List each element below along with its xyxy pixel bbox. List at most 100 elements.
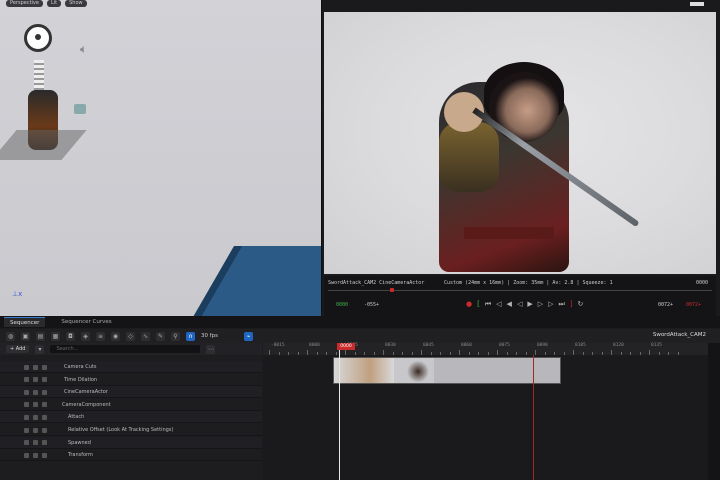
lit-chip[interactable]: Lit — [46, 0, 62, 7]
track-row[interactable]: Attach — [0, 411, 262, 424]
track-visibility-icon[interactable] — [33, 414, 38, 420]
curve-icon[interactable]: ∿ — [141, 331, 150, 341]
track-visibility-icon[interactable] — [42, 364, 47, 370]
track-visibility-icon[interactable] — [24, 440, 29, 446]
show-chip[interactable]: Show — [65, 0, 87, 7]
track-visibility-icon[interactable] — [24, 427, 29, 433]
track-options-icon[interactable]: ⋯ — [206, 344, 216, 354]
directional-light-icon[interactable] — [24, 24, 52, 52]
jump-end-icon[interactable]: ⏭ — [559, 300, 565, 309]
play-icon[interactable]: ▶ — [527, 300, 532, 309]
next-key-icon[interactable]: ▷ — [548, 300, 553, 309]
track-visibility-icon[interactable] — [24, 452, 29, 458]
actions-icon[interactable]: ◈ — [81, 331, 90, 341]
lens-info: Custom (24mm x 16mm) | Zoom: 35mm | Av: … — [444, 280, 613, 286]
snap-icon[interactable]: ∩ — [186, 331, 195, 341]
track-row[interactable]: Spawned — [0, 436, 262, 449]
tab-sequencer-curves[interactable]: Sequencer Curves — [55, 317, 117, 327]
audio-source-icon[interactable]: 🔈︎ — [80, 42, 87, 57]
perspective-chip[interactable]: Perspective — [6, 0, 43, 7]
loop-icon[interactable]: ↻ — [578, 300, 584, 309]
track-visibility-icon[interactable] — [42, 414, 47, 420]
vertical-scrollbar[interactable] — [708, 343, 720, 480]
track-label: Time Dilation — [64, 376, 98, 383]
key-icon[interactable]: ◇ — [126, 331, 135, 341]
track-visibility-icon[interactable] — [42, 440, 47, 446]
save-icon[interactable]: ▣ — [21, 331, 30, 341]
track-visibility-icon[interactable] — [33, 364, 38, 370]
track-visibility-icon[interactable] — [42, 427, 47, 433]
camera-actor-icon[interactable] — [74, 104, 86, 114]
track-visibility-icon[interactable] — [24, 402, 29, 408]
camera-cut-thumbnails[interactable] — [333, 357, 561, 384]
scrub-track[interactable] — [328, 290, 712, 291]
track-row[interactable]: Transform — [0, 449, 262, 462]
filter-icon[interactable]: ≡ — [96, 331, 105, 341]
track-visibility-icon[interactable] — [24, 364, 29, 370]
filter-tracks-icon[interactable]: ▾ — [35, 344, 45, 354]
ruler-label: 0060 — [461, 343, 472, 348]
render-icon[interactable]: ▦ — [51, 331, 60, 341]
jump-start-icon[interactable]: ⏮ — [485, 300, 491, 309]
ruler-tick — [677, 352, 679, 355]
track-visibility-icon[interactable] — [42, 389, 47, 395]
play-reverse-icon[interactable]: ◁ — [517, 300, 522, 309]
ruler-label: 0135 — [651, 343, 662, 348]
add-track-button[interactable]: + Add — [6, 345, 30, 353]
track-row[interactable]: CineCameraActor — [0, 386, 262, 399]
track-row[interactable]: Camera Cuts — [0, 361, 262, 373]
track-toolbar: + Add ▾ Search... ⋯ — [0, 343, 262, 355]
track-visibility-icon[interactable] — [33, 452, 38, 458]
track-search-input[interactable]: Search... — [50, 345, 201, 353]
record-icon[interactable]: ● — [466, 300, 472, 309]
start-marker-icon[interactable]: [ — [477, 300, 480, 309]
playback-end-marker[interactable] — [533, 355, 534, 480]
ruler-tick — [649, 350, 650, 355]
track-label: Camera Cuts — [64, 364, 97, 370]
ruler-label: 0075 — [499, 343, 510, 348]
pin-icon[interactable]: ⚲ — [171, 331, 180, 341]
playhead[interactable] — [339, 343, 340, 480]
track-visibility-icon[interactable] — [33, 402, 38, 408]
playhead-label[interactable]: 0000 — [337, 343, 355, 350]
track-row[interactable]: CameraComponent — [0, 398, 262, 411]
lock-camera-icon[interactable]: ⌁ — [244, 331, 254, 341]
sequence-name[interactable]: SwordAttack_CAM2 — [653, 332, 706, 338]
track-visibility-icon[interactable] — [24, 414, 29, 420]
track-visibility-icon[interactable] — [33, 389, 38, 395]
end-marker-icon[interactable]: ] — [570, 300, 573, 309]
track-label: Spawned — [68, 439, 91, 446]
track-visibility-icon[interactable] — [33, 440, 38, 446]
tab-sequencer[interactable]: Sequencer — [4, 317, 46, 327]
track-row[interactable]: Relative Offset (Look At Tracking Settin… — [0, 424, 262, 436]
camera-icon[interactable]: ◘ — [66, 331, 75, 341]
ruler-tick — [307, 350, 308, 355]
step-back-icon[interactable]: ◀ — [507, 300, 512, 309]
track-visibility-icon[interactable] — [33, 427, 38, 433]
volume-actor-icon[interactable] — [34, 60, 44, 90]
time-ruler[interactable]: -001500000015003000450060007500900105012… — [263, 343, 708, 355]
track-visibility-icon[interactable] — [24, 389, 29, 395]
track-visibility-icon[interactable] — [42, 402, 47, 408]
ruler-tick — [506, 352, 508, 355]
level-viewport[interactable]: 🔈︎ ⊥x — [0, 0, 321, 316]
fps-selector[interactable]: 30 fps — [201, 333, 218, 339]
current-timecode: -055+ — [364, 302, 380, 308]
track-visibility-icon[interactable] — [42, 452, 47, 458]
track-visibility-icon[interactable] — [33, 377, 38, 383]
ruler-label: 0090 — [537, 343, 548, 348]
track-row[interactable]: Time Dilation — [0, 373, 262, 386]
ruler-label: 0120 — [613, 343, 624, 348]
viewport-options-icon[interactable] — [690, 2, 704, 6]
track-visibility-icon[interactable] — [24, 377, 29, 383]
browse-icon[interactable]: ▤ — [36, 331, 45, 341]
step-forward-icon[interactable]: ▷ — [538, 300, 543, 309]
track-visibility-icon[interactable] — [42, 377, 47, 383]
pen-icon[interactable]: ✎ — [156, 331, 165, 341]
view-options-icon[interactable]: ◉ — [111, 331, 120, 341]
world-icon[interactable]: ◍ — [6, 331, 15, 341]
scrub-handle[interactable] — [390, 288, 394, 292]
prev-key-icon[interactable]: ◁ — [496, 300, 501, 309]
ruler-tick — [554, 352, 555, 355]
ruler-label: 0105 — [575, 343, 586, 348]
